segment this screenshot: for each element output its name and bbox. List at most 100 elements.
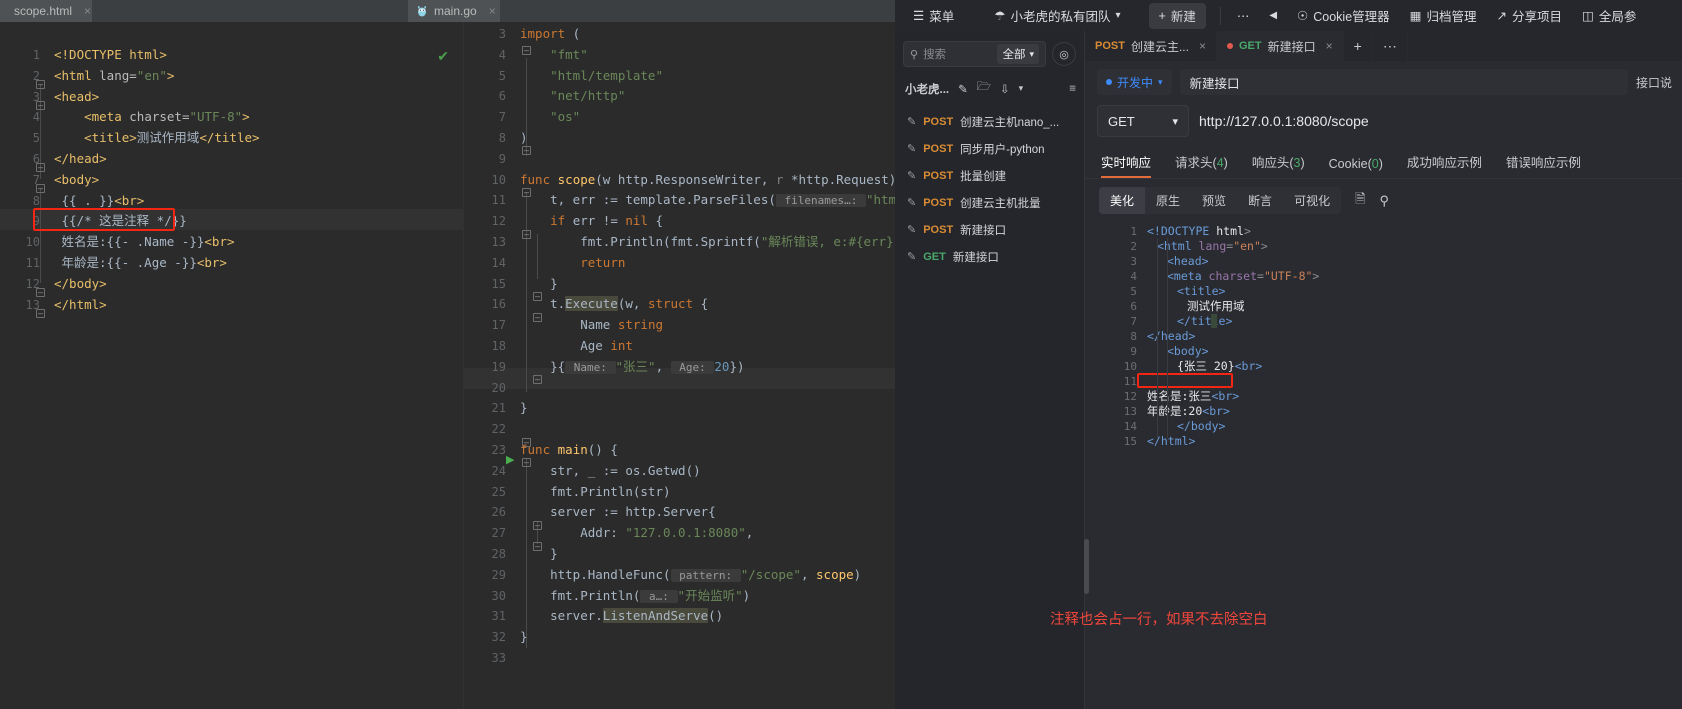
cookie-manager-button[interactable]: ☉ Cookie管理器 <box>1287 3 1400 29</box>
archive-manager-button[interactable]: ▦ 归档管理 <box>1400 3 1487 29</box>
code-token: func <box>520 171 558 187</box>
share-project-button[interactable]: ↗ 分享项目 <box>1487 3 1573 29</box>
response-code-line: 4 <meta charset="UTF-8"> <box>1085 269 1682 284</box>
response-tab[interactable]: 响应头(3) <box>1252 152 1305 178</box>
code-token: main <box>557 442 588 457</box>
code-token: (w, <box>617 296 648 312</box>
method-select[interactable]: GET ▾ <box>1097 105 1189 137</box>
request-tab-bar[interactable]: POST 创建云主... × GET 新建接口 × + ⋯ <box>1085 31 1682 61</box>
search-icon[interactable]: ⚲ <box>1380 193 1390 209</box>
api-name-input[interactable]: 新建接口 <box>1179 69 1628 95</box>
more-button[interactable]: ⋯ <box>1227 3 1260 29</box>
project-name-label[interactable]: 小老虎... <box>905 81 949 97</box>
code-token: "/scope" <box>740 566 801 582</box>
indent-guide <box>1157 238 1158 438</box>
response-view-segmented[interactable]: 美化 原生 预览 断言 可视化 <box>1099 187 1342 214</box>
api-endpoint-list[interactable]: ✎ POST 创建云主机nano_... ✎ POST 同步用户-python ✎ POST 批… <box>895 106 1084 270</box>
code-token: , <box>745 525 754 541</box>
add-api-icon[interactable]: ✎ <box>958 82 968 96</box>
code-token: charset <box>1208 269 1258 283</box>
code-token: <meta <box>1167 269 1209 283</box>
line-number: 25 <box>491 484 506 499</box>
close-icon[interactable]: × <box>1199 39 1206 53</box>
response-tab-bar[interactable]: 实时响应 请求头(4) 响应头(3) Cookie(0) 成功响应示例 错误响应示例 <box>1085 145 1682 179</box>
add-tab-button[interactable]: + <box>1344 31 1373 61</box>
code-token: <body> <box>1167 344 1209 358</box>
plus-icon: + <box>1158 8 1166 23</box>
tab-more-button[interactable]: ⋯ <box>1373 31 1408 61</box>
code-token: </html> <box>54 296 107 312</box>
response-view-option[interactable]: 断言 <box>1237 187 1283 214</box>
url-input[interactable]: http://127.0.0.1:8080/scope <box>1189 105 1672 137</box>
filter-select[interactable]: 全部 ▾ <box>997 44 1039 64</box>
editor-scope-html[interactable]: ✔ – – – – – – 1 <!DOCTYPE html> 2 <html lan… <box>0 22 463 709</box>
editor-main-go[interactable]: – – – – – – – – – – – ▶ 3 import (4 "fmt"… <box>463 22 895 709</box>
code-token: <br> <box>196 255 227 270</box>
api-method: POST <box>923 196 954 209</box>
response-tab[interactable]: 请求头(4) <box>1175 152 1228 178</box>
back-button[interactable]: ◀ <box>1259 3 1287 29</box>
global-params-button[interactable]: ◫ 全局参 <box>1572 3 1646 29</box>
scrollbar-thumb[interactable] <box>1084 539 1089 594</box>
team-selector[interactable]: ☂ 小老虎的私有团队 ▾ <box>984 3 1130 29</box>
code-token: </head> <box>1147 329 1196 343</box>
copy-icon[interactable]: 🗎 <box>1355 190 1365 212</box>
response-code-line: 12 姓名是:张三<br> <box>1085 389 1682 404</box>
new-button[interactable]: + 新建 <box>1148 2 1206 29</box>
response-code-text: <html lang="en"> <box>1147 239 1268 254</box>
response-tab[interactable]: Cookie(0) <box>1329 157 1383 178</box>
api-list-item[interactable]: ✎ POST 同步用户-python <box>895 135 1084 162</box>
response-view-option[interactable]: 原生 <box>1145 187 1191 214</box>
response-tab[interactable]: 错误响应示例 <box>1506 152 1581 178</box>
api-list-item[interactable]: ✎ POST 创建云主机nano_... <box>895 108 1084 135</box>
close-icon[interactable]: × <box>84 4 91 18</box>
api-list-item[interactable]: ✎ POST 批量创建 <box>895 162 1084 189</box>
editor-code-area[interactable]: 1 <!DOCTYPE html> 2 <html lang="en"> 3 <head>… <box>0 22 463 709</box>
response-view-option[interactable]: 可视化 <box>1283 187 1341 214</box>
code-text: "os" <box>520 107 580 128</box>
api-name: 创建云主机批量 <box>960 197 1041 210</box>
response-tab[interactable]: 成功响应示例 <box>1407 152 1482 178</box>
code-token: = <box>1257 269 1264 283</box>
api-list-item[interactable]: ✎ POST 创建云主机批量 <box>895 189 1084 216</box>
response-tab-label: 请求头 <box>1175 156 1213 170</box>
response-view-option[interactable]: 预览 <box>1191 187 1237 214</box>
code-text: 姓名是:{{- .Name -}}<br> <box>54 232 235 253</box>
code-text: <meta charset="UTF-8"> <box>54 107 250 128</box>
api-list-item[interactable]: ✎ POST 新建接口 <box>895 216 1084 243</box>
code-text: Age int <box>520 336 633 357</box>
response-tab[interactable]: 实时响应 <box>1101 152 1152 178</box>
editor-code-area[interactable]: 3 import (4 "fmt" 5 "html/template" 6 "net/… <box>464 22 895 709</box>
request-tab[interactable]: GET 新建接口 × <box>1216 31 1344 61</box>
ide-tab-scope-html[interactable]: scope.html × <box>0 0 92 22</box>
response-body-code[interactable]: 1 <!DOCTYPE html> 2 <html lang="en"> 3 <head>… <box>1085 224 1682 474</box>
ide-tab-label: scope.html <box>14 4 73 18</box>
api-list-item[interactable]: ✎ GET 新建接口 <box>895 243 1084 270</box>
import-icon[interactable]: ⇩ <box>1000 82 1010 96</box>
ide-tab-main-go[interactable]: main.go × <box>408 0 500 22</box>
search-input[interactable]: ⚲ 搜索 全部 ▾ <box>903 41 1046 67</box>
menu-button[interactable]: ☰ 菜单 <box>903 3 964 29</box>
code-token: "UTF-8" <box>189 109 243 125</box>
response-view-option[interactable]: 美化 <box>1099 187 1146 214</box>
close-icon[interactable]: × <box>1326 39 1333 53</box>
response-code-text: </html> <box>1147 434 1195 449</box>
locate-button[interactable]: ◎ <box>1052 42 1076 66</box>
code-token: ( <box>565 26 581 41</box>
request-tab[interactable]: POST 创建云主... × <box>1085 31 1217 61</box>
url-row: GET ▾ http://127.0.0.1:8080/scope <box>1085 99 1682 145</box>
collapse-icon[interactable]: ≡ <box>1069 83 1076 95</box>
status-badge[interactable]: 开发中 ▾ <box>1097 69 1172 95</box>
chevron-down-icon[interactable]: ▾ <box>1019 83 1024 94</box>
api-desc-label[interactable]: 接口说 <box>1636 74 1672 91</box>
line-number: 33 <box>491 651 506 665</box>
code-text: } <box>520 398 528 419</box>
code-token: server := http.Server{ <box>520 504 716 520</box>
search-icon: ⚲ <box>910 48 919 61</box>
new-folder-icon[interactable]: 🗁 <box>977 79 991 98</box>
code-token: Age <box>520 338 611 353</box>
api-method: GET <box>923 250 946 263</box>
line-number: 14 <box>1123 420 1137 433</box>
close-icon[interactable]: × <box>489 4 496 18</box>
code-text: t, err := template.ParseFiles( filenames… <box>520 190 895 212</box>
